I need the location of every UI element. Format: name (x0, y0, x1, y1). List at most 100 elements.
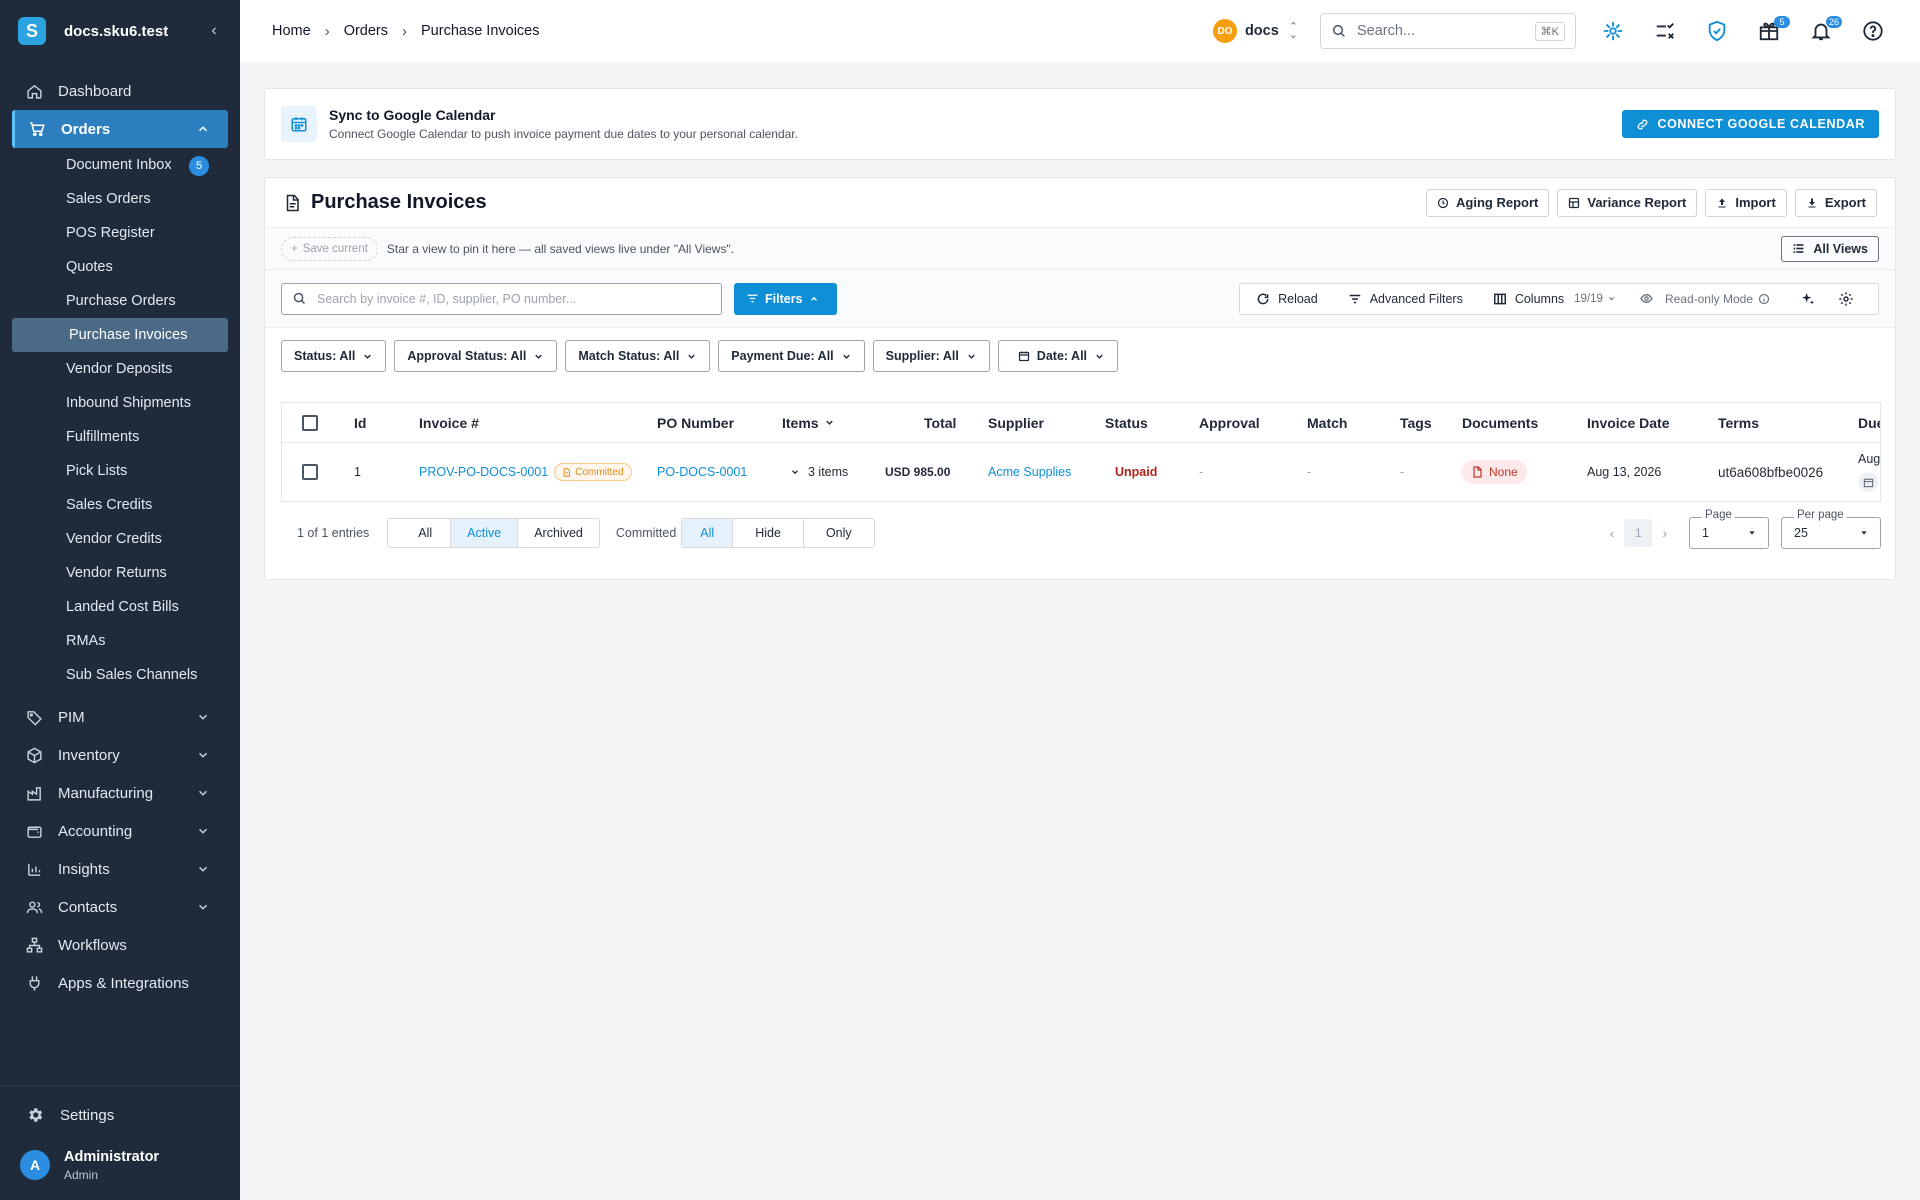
sidebar-subitem-sales-credits[interactable]: Sales Credits (0, 488, 240, 522)
column-header-tags[interactable]: Tags (1400, 403, 1432, 442)
match-status-filter-chip[interactable]: Match Status: All (565, 340, 711, 372)
documents-badge[interactable]: None (1462, 460, 1527, 484)
help-icon[interactable] (1858, 16, 1888, 46)
read-only-mode-toggle[interactable]: Read-only Mode (1640, 292, 1778, 306)
table-row[interactable]: 1 PROV-PO-DOCS-0001 Committed PO-DOCS-00… (282, 443, 1880, 501)
link-icon (1636, 118, 1657, 131)
sidebar-item-insights[interactable]: Insights (0, 850, 240, 888)
sidebar-subitem-vendor-credits[interactable]: Vendor Credits (0, 522, 240, 556)
archive-all-option[interactable]: All (388, 519, 452, 547)
committed-all-option[interactable]: All (682, 519, 734, 547)
payment-due-filter-chip[interactable]: Payment Due: All (718, 340, 865, 372)
column-header-documents[interactable]: Documents (1462, 403, 1538, 442)
column-header-approval[interactable]: Approval (1199, 403, 1260, 442)
cell-items[interactable]: 3 items (790, 443, 848, 501)
date-filter-chip[interactable]: Date: All (997, 340, 1119, 372)
sidebar-item-pim[interactable]: PIM (0, 698, 240, 736)
sidebar-subitem-inbound-shipments[interactable]: Inbound Shipments (0, 386, 240, 420)
sidebar-subitem-pick-lists[interactable]: Pick Lists (0, 454, 240, 488)
shield-icon[interactable] (1702, 16, 1732, 46)
column-header-status[interactable]: Status (1105, 403, 1148, 442)
page-select[interactable]: Page 1 (1689, 509, 1769, 549)
sidebar-subitem-pos-register[interactable]: POS Register (0, 216, 240, 250)
checklist-icon[interactable] (1650, 16, 1680, 46)
status-filter-chip[interactable]: Status: All (281, 340, 387, 372)
filters-toggle-button[interactable]: Filters (734, 282, 837, 315)
sidebar-subitem-landed-cost-bills[interactable]: Landed Cost Bills (0, 590, 240, 624)
sidebar-item-settings[interactable]: Settings (0, 1086, 240, 1144)
reload-button[interactable]: Reload (1256, 292, 1318, 306)
column-header-id[interactable]: Id (354, 403, 366, 442)
column-header-invoice-date[interactable]: Invoice Date (1587, 403, 1669, 442)
sidebar-subitem-document-inbox[interactable]: Document Inbox 5 (0, 148, 240, 182)
aging-report-button[interactable]: Aging Report (1426, 188, 1550, 217)
column-header-items[interactable]: Items (782, 403, 835, 442)
sidebar-subitem-fulfillments[interactable]: Fulfillments (0, 420, 240, 454)
grid-settings-button[interactable] (1838, 291, 1862, 307)
supplier-link[interactable]: Acme Supplies (988, 443, 1071, 501)
archive-active-option[interactable]: Active (451, 519, 519, 547)
committed-only-option[interactable]: Only (804, 519, 874, 547)
columns-button[interactable]: Columns 19/19 (1493, 292, 1624, 306)
invoice-search-input[interactable]: Search by invoice #, ID, supplier, PO nu… (281, 282, 722, 315)
box-icon (24, 745, 44, 765)
import-button[interactable]: Import (1705, 188, 1787, 217)
cell-due: Aug (1858, 443, 1880, 501)
current-page-button[interactable]: 1 (1624, 519, 1653, 547)
sidebar-subitem-purchase-invoices[interactable]: Purchase Invoices (12, 318, 228, 352)
select-all-checkbox[interactable] (302, 403, 318, 442)
ai-sparkle-button[interactable] (1800, 291, 1824, 307)
next-page-icon[interactable]: › (1662, 525, 1667, 541)
workspace-switcher[interactable]: DO docs ⌃ ⌄ (1212, 19, 1298, 43)
sidebar-item-orders[interactable]: Orders (12, 110, 228, 148)
workspace-avatar: DO (1212, 19, 1237, 43)
column-header-match[interactable]: Match (1307, 403, 1347, 442)
gift-icon[interactable]: 5 (1754, 16, 1790, 46)
committed-hide-option[interactable]: Hide (733, 519, 804, 547)
user-role: Admin (64, 1167, 99, 1182)
bell-icon[interactable]: 26 (1806, 16, 1842, 46)
user-profile[interactable]: A Administrator Admin (0, 1144, 240, 1200)
sidebar-subitem-vendor-deposits[interactable]: Vendor Deposits (0, 352, 240, 386)
save-current-view-button[interactable]: + Save current (281, 236, 378, 261)
column-header-total[interactable]: Total (924, 403, 956, 442)
sidebar-item-workflows[interactable]: Workflows (0, 926, 240, 964)
per-page-select[interactable]: Per page 25 (1781, 509, 1881, 549)
sidebar-subitem-purchase-orders[interactable]: Purchase Orders (0, 284, 240, 318)
sidebar-subitem-rmas[interactable]: RMAs (0, 624, 240, 658)
column-header-terms[interactable]: Terms (1718, 403, 1759, 442)
approval-status-filter-chip[interactable]: Approval Status: All (394, 340, 558, 372)
sidebar-subitem-quotes[interactable]: Quotes (0, 250, 240, 284)
sparkle-network-icon[interactable] (1598, 16, 1628, 46)
row-checkbox[interactable] (302, 443, 318, 501)
advanced-filters-button[interactable]: Advanced Filters (1348, 292, 1463, 306)
export-button[interactable]: Export (1794, 188, 1877, 217)
sidebar-item-inventory[interactable]: Inventory (0, 736, 240, 774)
sidebar-subitem-sub-sales-channels[interactable]: Sub Sales Channels (0, 658, 240, 692)
sidebar-subitem-vendor-returns[interactable]: Vendor Returns (0, 556, 240, 590)
breadcrumb-home[interactable]: Home (272, 23, 311, 39)
column-header-po-number[interactable]: PO Number (657, 403, 734, 442)
column-header-supplier[interactable]: Supplier (988, 403, 1044, 442)
column-header-invoice[interactable]: Invoice # (419, 403, 479, 442)
sidebar-item-apps[interactable]: Apps & Integrations (0, 964, 240, 1002)
invoice-link[interactable]: PROV-PO-DOCS-0001 (419, 465, 548, 479)
prev-page-icon[interactable]: ‹ (1610, 525, 1615, 541)
sidebar-item-accounting[interactable]: Accounting (0, 812, 240, 850)
calendar-small-icon[interactable] (1858, 472, 1878, 492)
variance-report-button[interactable]: Variance Report (1557, 188, 1698, 217)
app-logo[interactable]: S (18, 17, 46, 45)
all-views-button[interactable]: All Views (1781, 235, 1879, 262)
supplier-filter-chip[interactable]: Supplier: All (872, 340, 990, 372)
sidebar-item-dashboard[interactable]: Dashboard (0, 72, 240, 110)
sidebar-subitem-sales-orders[interactable]: Sales Orders (0, 182, 240, 216)
breadcrumb-orders[interactable]: Orders (344, 23, 388, 39)
collapse-sidebar-icon[interactable]: ‹ (206, 22, 222, 40)
sidebar-item-manufacturing[interactable]: Manufacturing (0, 774, 240, 812)
archive-archived-option[interactable]: Archived (518, 519, 599, 547)
global-search-input[interactable]: Search... ⌘K (1320, 13, 1576, 49)
connect-google-calendar-button[interactable]: CONNECT GOOGLE CALENDAR (1622, 110, 1879, 138)
po-link[interactable]: PO-DOCS-0001 (657, 443, 747, 501)
column-header-due[interactable]: Due (1858, 403, 1880, 442)
sidebar-item-contacts[interactable]: Contacts (0, 888, 240, 926)
